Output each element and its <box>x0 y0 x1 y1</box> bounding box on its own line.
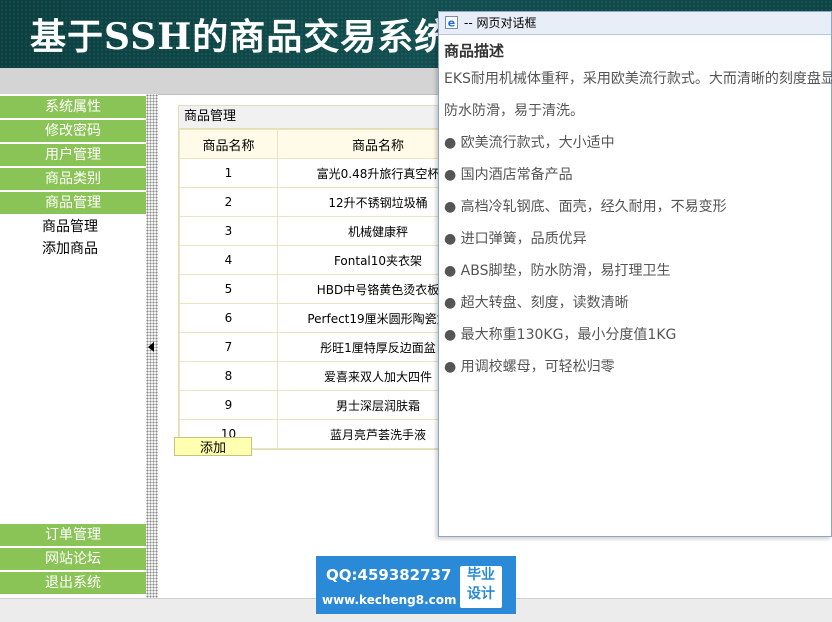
sidebar-item-logout[interactable]: 退出系统 <box>0 572 146 594</box>
frame-splitter[interactable] <box>146 94 158 598</box>
dialog-titlebar[interactable]: e -- 网页对话框 <box>439 12 831 35</box>
watermark-site: www.kecheng8.com <box>322 593 457 607</box>
table-body: 1 富光0.48升旅行真空杯 2 12升不锈钢垃圾桶 3 机械健康秤 4 Fontal10夹衣… <box>179 158 479 449</box>
table-row[interactable]: 4 Fontal10夹衣架 <box>179 245 479 275</box>
product-table: 商品名称 商品名称 1 富光0.48升旅行真空杯 2 12升不锈钢垃圾桶 3 机械健康秤 4… <box>179 129 479 449</box>
sidebar-menu: 系统属性 修改密码 用户管理 商品类别 商品管理 商品管理 添加商品 <box>0 96 146 260</box>
sidebar-subitem-product-management[interactable]: 商品管理 <box>0 216 146 238</box>
app-title: 基于SSH的商品交易系统 <box>30 16 452 58</box>
table-row[interactable]: 1 富光0.48升旅行真空杯 <box>179 158 479 188</box>
sidebar-item-product-management[interactable]: 商品管理 <box>0 192 146 214</box>
collapse-left-icon[interactable] <box>148 342 154 352</box>
row-index-cell: 3 <box>179 216 278 246</box>
dialog-title: -- 网页对话框 <box>464 16 537 30</box>
table-row[interactable]: 2 12升不锈钢垃圾桶 <box>179 187 479 217</box>
sidebar-item-product-category[interactable]: 商品类别 <box>0 168 146 190</box>
row-index-cell: 5 <box>179 274 278 304</box>
watermark-logo-line: 设计 <box>467 586 495 602</box>
description-line: ● 高档冷轧钢底、面壳，经久耐用，不易变形 <box>444 199 727 215</box>
table-header-row: 商品名称 商品名称 <box>179 129 479 159</box>
column-header: 商品名称 <box>179 129 278 159</box>
watermark-qq: QQ:459382737 <box>326 566 452 584</box>
web-dialog: e -- 网页对话框 商品描述 EKS耐用机械体重秤，采用欧美流行款式。大而清晰… <box>438 11 832 537</box>
description-line: ● 国内酒店常备产品 <box>444 167 573 183</box>
watermark-logo: 毕业 设计 <box>460 566 502 608</box>
sidebar-subitem-add-product[interactable]: 添加商品 <box>0 238 146 260</box>
panel-title: 商品管理 <box>179 106 479 129</box>
table-row[interactable]: 3 机械健康秤 <box>179 216 479 246</box>
row-index-cell: 9 <box>179 390 278 420</box>
description-line: 防水防滑，易于清洗。 <box>444 103 584 119</box>
sidebar-item-system-properties[interactable]: 系统属性 <box>0 96 146 118</box>
sidebar-item-change-password[interactable]: 修改密码 <box>0 120 146 142</box>
sidebar-item-user-management[interactable]: 用户管理 <box>0 144 146 166</box>
product-panel: 商品管理 商品名称 商品名称 1 富光0.48升旅行真空杯 2 12升不锈钢垃圾桶 3 机… <box>178 105 480 450</box>
table-row[interactable]: 8 爱喜来双人加大四件 <box>179 361 479 391</box>
sidebar: 系统属性 修改密码 用户管理 商品类别 商品管理 商品管理 添加商品 订单管理 … <box>0 94 146 598</box>
row-index-cell: 1 <box>179 158 278 188</box>
description-line: ● 最大称重130KG，最小分度值1KG <box>444 327 677 343</box>
description-line: ● ABS脚垫，防水防滑，易打理卫生 <box>444 263 671 279</box>
description-line: ● 欧美流行款式，大小适中 <box>444 135 615 151</box>
watermark-banner: QQ:459382737 www.kecheng8.com 毕业 设计 <box>316 556 516 614</box>
watermark-logo-line: 毕业 <box>467 567 495 583</box>
description-line: ● 超大转盘、刻度，读数清晰 <box>444 295 629 311</box>
row-index-cell: 2 <box>179 187 278 217</box>
table-row[interactable]: 7 彤旺1厘特厚反边面盆 <box>179 332 479 362</box>
row-index-cell: 7 <box>179 332 278 362</box>
description-line: EKS耐用机械体重秤，采用欧美流行款式。大而清晰的刻度盘显 <box>444 71 832 87</box>
description-line: ● 用调校螺母，可轻松归零 <box>444 359 615 375</box>
table-row[interactable]: 5 HBD中号铬黄色烫衣板 <box>179 274 479 304</box>
row-index-cell: 4 <box>179 245 278 275</box>
description-heading: 商品描述 <box>444 42 505 60</box>
row-index-cell: 8 <box>179 361 278 391</box>
ie-icon: e <box>445 16 458 29</box>
svg-text:e: e <box>448 17 455 30</box>
row-index-cell: 6 <box>179 303 278 333</box>
table-row[interactable]: 6 Perfect19厘米圆形陶瓷煲 <box>179 303 479 333</box>
table-row[interactable]: 9 男士深层润肤霜 <box>179 390 479 420</box>
sidebar-bottom-menu: 订单管理 网站论坛 退出系统 <box>0 524 146 596</box>
sidebar-item-order-management[interactable]: 订单管理 <box>0 524 146 546</box>
dialog-body: 商品描述 EKS耐用机械体重秤，采用欧美流行款式。大而清晰的刻度盘显 防水防滑，… <box>439 35 832 383</box>
sidebar-item-forum[interactable]: 网站论坛 <box>0 548 146 570</box>
add-button[interactable]: 添加 <box>174 437 252 456</box>
description-line: ● 进口弹簧，品质优异 <box>444 231 587 247</box>
